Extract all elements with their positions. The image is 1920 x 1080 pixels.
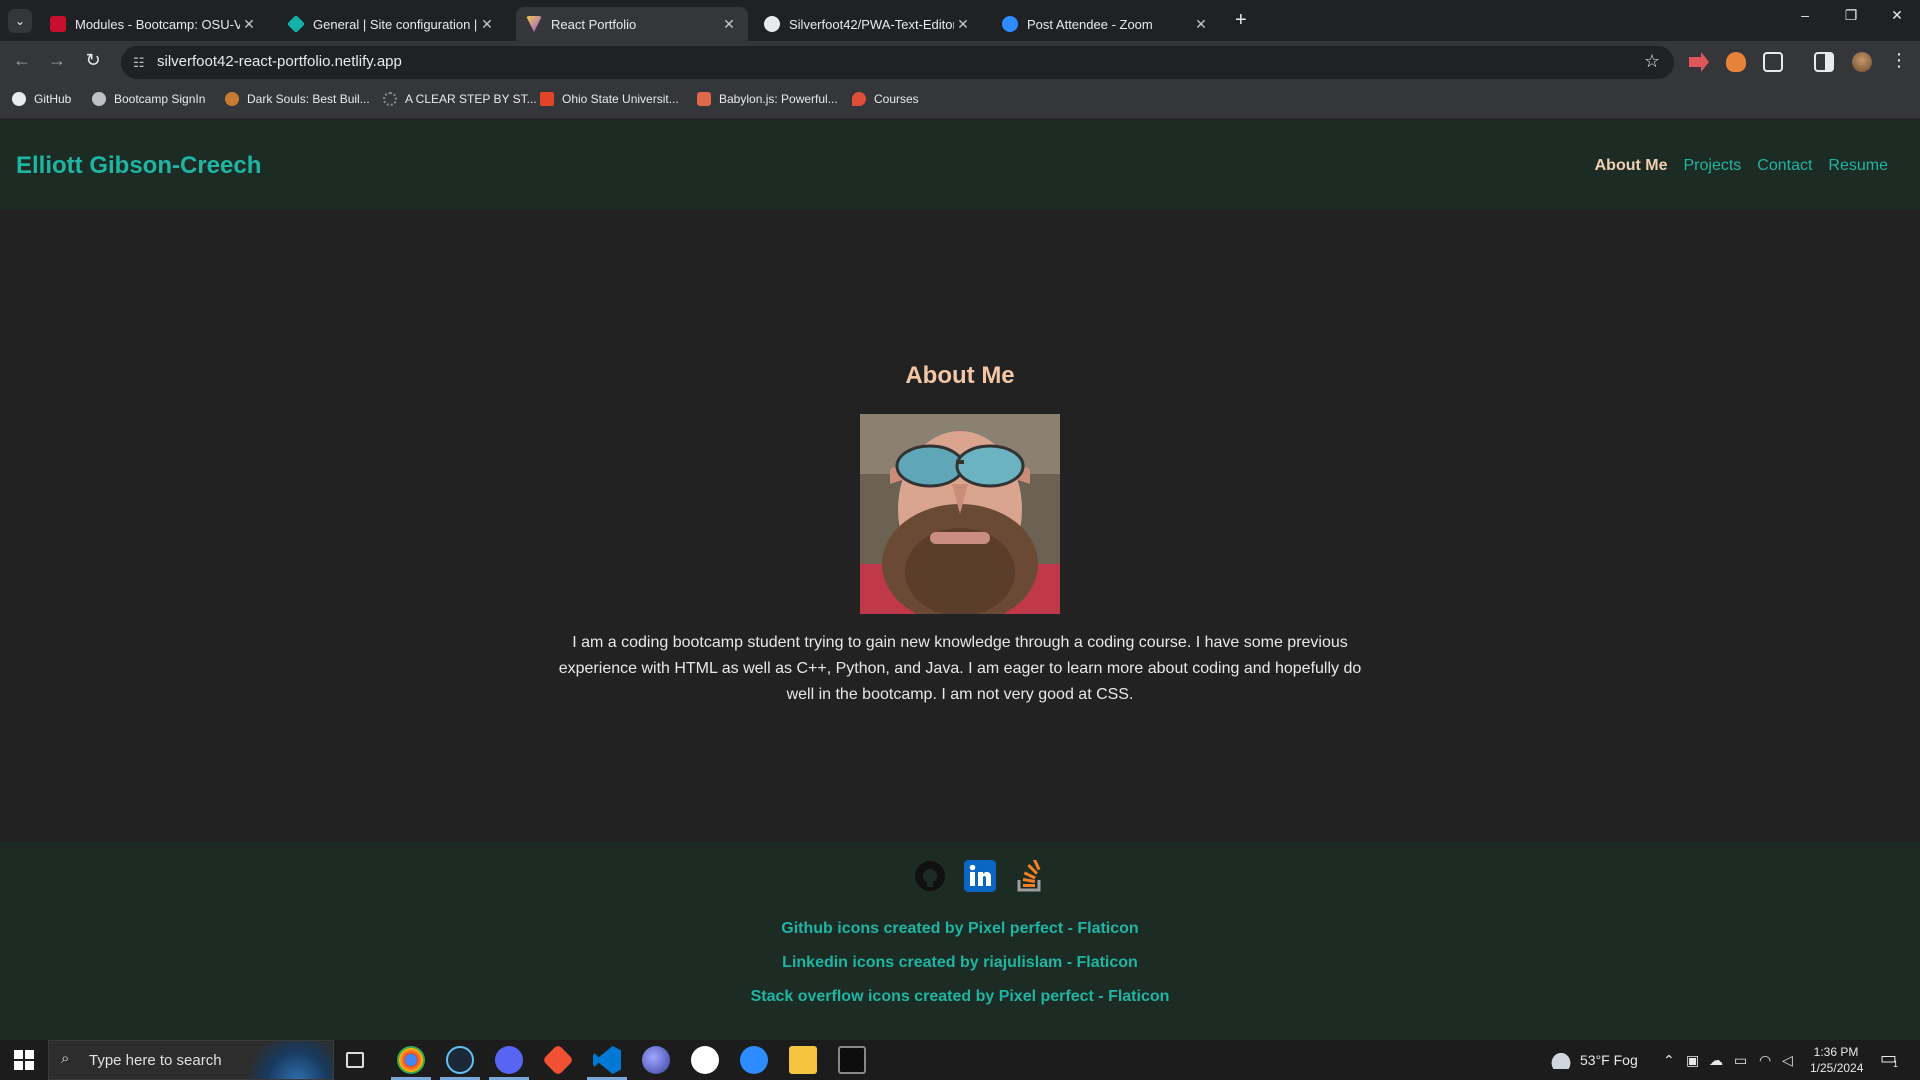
- extension-fox-icon[interactable]: [1726, 52, 1746, 72]
- address-bar[interactable]: ☷ silverfoot42-react-portfolio.netlify.a…: [121, 46, 1674, 79]
- bookmark-courses[interactable]: Courses: [852, 92, 919, 106]
- tab-search-button[interactable]: ⌄: [8, 9, 32, 33]
- terminal-icon[interactable]: [838, 1046, 866, 1074]
- vscode-icon[interactable]: [593, 1046, 621, 1074]
- close-tab-icon[interactable]: ✕: [240, 16, 258, 33]
- onedrive-icon[interactable]: ☁: [1709, 1052, 1723, 1069]
- credit-github[interactable]: Github icons created by Pixel perfect - …: [0, 920, 1920, 938]
- bookmark-clear-step[interactable]: A CLEAR STEP BY ST...: [383, 92, 537, 106]
- tray-chevron-icon[interactable]: ⌃: [1663, 1052, 1675, 1069]
- about-section: About Me I am a coding bootcamp student …: [0, 210, 1920, 842]
- close-tab-icon[interactable]: ✕: [954, 16, 972, 33]
- github-favicon-icon: [764, 16, 780, 32]
- globe-icon: [92, 92, 106, 106]
- bookmark-dark-souls[interactable]: Dark Souls: Best Buil...: [225, 92, 370, 106]
- search-icon: ⌕: [61, 1050, 70, 1067]
- extensions-puzzle-icon[interactable]: [1763, 52, 1783, 72]
- close-tab-icon[interactable]: ✕: [478, 16, 496, 33]
- bookmark-github[interactable]: GitHub: [12, 92, 71, 106]
- taskbar-search-input[interactable]: ⌕ Type here to search: [48, 1040, 334, 1080]
- netlify-favicon-icon: [286, 14, 306, 34]
- battery-icon[interactable]: ▭: [1734, 1052, 1747, 1069]
- tray-device-icon[interactable]: ▣: [1686, 1052, 1699, 1069]
- search-highlight-art: [243, 1041, 333, 1079]
- browser-toolbar: ← → ↻ ☷ silverfoot42-react-portfolio.net…: [0, 41, 1920, 83]
- site-footer: Github icons created by Pixel perfect - …: [0, 842, 1920, 1040]
- bookmark-star-icon[interactable]: ☆: [1644, 51, 1660, 72]
- credit-stackoverflow[interactable]: Stack overflow icons created by Pixel pe…: [0, 988, 1920, 1006]
- restore-icon[interactable]: ❐: [1828, 7, 1874, 24]
- tab-pwa-text-editor[interactable]: Silverfoot42/PWA-Text-Editor ✕: [754, 7, 982, 41]
- back-arrow-icon[interactable]: ←: [10, 50, 34, 71]
- volume-icon[interactable]: ◁: [1782, 1052, 1793, 1069]
- discord-icon[interactable]: [495, 1046, 523, 1074]
- steam-icon[interactable]: [446, 1046, 474, 1074]
- bookmark-babylon[interactable]: Babylon.js: Powerful...: [697, 92, 838, 106]
- clock-time: 1:36 PM: [1813, 1045, 1859, 1059]
- credit-linkedin[interactable]: Linkedin icons created by riajulislam - …: [0, 954, 1920, 972]
- gitlab-icon: [540, 92, 554, 106]
- extension-arrow-icon[interactable]: [1689, 52, 1709, 72]
- tab-modules[interactable]: Modules - Bootcamp: OSU-VIRT ✕: [40, 7, 268, 41]
- dark-souls-icon: [225, 92, 239, 106]
- new-tab-button[interactable]: +: [1235, 9, 1247, 32]
- tab-zoom[interactable]: Post Attendee - Zoom ✕: [992, 7, 1220, 41]
- reload-icon[interactable]: ↻: [81, 50, 105, 71]
- linkedin-icon[interactable]: [964, 860, 996, 892]
- fire-icon: [852, 92, 866, 106]
- site-info-icon[interactable]: ☷: [133, 55, 145, 71]
- clock-date: 1/25/2024: [1810, 1061, 1864, 1075]
- bookmarks-bar: GitHub Bootcamp SignIn Dark Souls: Best …: [0, 83, 1920, 119]
- cloud-fog-icon[interactable]: [1548, 1049, 1574, 1069]
- eclipse-icon[interactable]: [642, 1046, 670, 1074]
- stackoverflow-icon[interactable]: [1014, 858, 1046, 892]
- nav-contact[interactable]: Contact: [1757, 157, 1812, 175]
- site-brand[interactable]: Elliott Gibson-Creech: [16, 152, 261, 180]
- git-icon[interactable]: [542, 1044, 574, 1076]
- file-explorer-icon[interactable]: [789, 1046, 817, 1074]
- babylon-icon: [697, 92, 711, 106]
- url-text[interactable]: silverfoot42-react-portfolio.netlify.app: [157, 53, 402, 70]
- bookmark-ohio-state[interactable]: Ohio State Universit...: [540, 92, 679, 106]
- page-title: About Me: [905, 362, 1015, 389]
- vite-favicon-icon: [526, 16, 542, 32]
- github-icon: [12, 92, 26, 106]
- taskbar: ⌕ Type here to search 53°F Fog ⌃ ▣ ☁ ▭ ◠…: [0, 1040, 1920, 1080]
- menu-kebab-icon[interactable]: ⋮: [1887, 50, 1911, 71]
- close-tab-icon[interactable]: ✕: [720, 16, 738, 33]
- profile-photo: [860, 414, 1060, 614]
- minimize-icon[interactable]: –: [1782, 7, 1828, 23]
- github-icon[interactable]: [914, 860, 946, 892]
- nav-resume[interactable]: Resume: [1828, 157, 1888, 175]
- tab-react-portfolio[interactable]: React Portfolio ✕: [516, 7, 748, 41]
- spinner-icon: [383, 92, 397, 106]
- about-paragraph: I am a coding bootcamp student trying to…: [558, 634, 1362, 703]
- canvas-favicon-icon: [50, 16, 66, 32]
- forward-arrow-icon[interactable]: →: [45, 50, 69, 71]
- zoom-favicon-icon: [1002, 16, 1018, 32]
- tab-site-configuration[interactable]: General | Site configuration | sil ✕: [278, 7, 506, 41]
- bookmark-bootcamp-signin[interactable]: Bootcamp SignIn: [92, 92, 205, 106]
- close-window-icon[interactable]: ✕: [1874, 7, 1920, 24]
- profile-avatar[interactable]: [1852, 52, 1872, 72]
- side-panel-icon[interactable]: [1814, 52, 1834, 72]
- chrome-icon[interactable]: [397, 1046, 425, 1074]
- site-header: Elliott Gibson-Creech About Me Projects …: [0, 120, 1920, 210]
- taskbar-clock[interactable]: 1:36 PM 1/25/2024: [1810, 1044, 1864, 1076]
- task-view-icon[interactable]: [346, 1052, 364, 1068]
- close-tab-icon[interactable]: ✕: [1192, 16, 1210, 33]
- weather-text[interactable]: 53°F Fog: [1580, 1052, 1638, 1068]
- mongodb-icon[interactable]: [691, 1046, 719, 1074]
- windows-start-icon[interactable]: [14, 1050, 34, 1075]
- browser-tab-bar: ⌄ Modules - Bootcamp: OSU-VIRT ✕ General…: [0, 0, 1920, 41]
- nav-projects[interactable]: Projects: [1683, 157, 1741, 175]
- nav-about-me[interactable]: About Me: [1595, 157, 1668, 175]
- zoom-icon[interactable]: [740, 1046, 768, 1074]
- notification-count: 1: [1893, 1059, 1899, 1069]
- site-nav: About Me Projects Contact Resume: [1595, 157, 1888, 175]
- wifi-icon[interactable]: ◠: [1759, 1052, 1771, 1069]
